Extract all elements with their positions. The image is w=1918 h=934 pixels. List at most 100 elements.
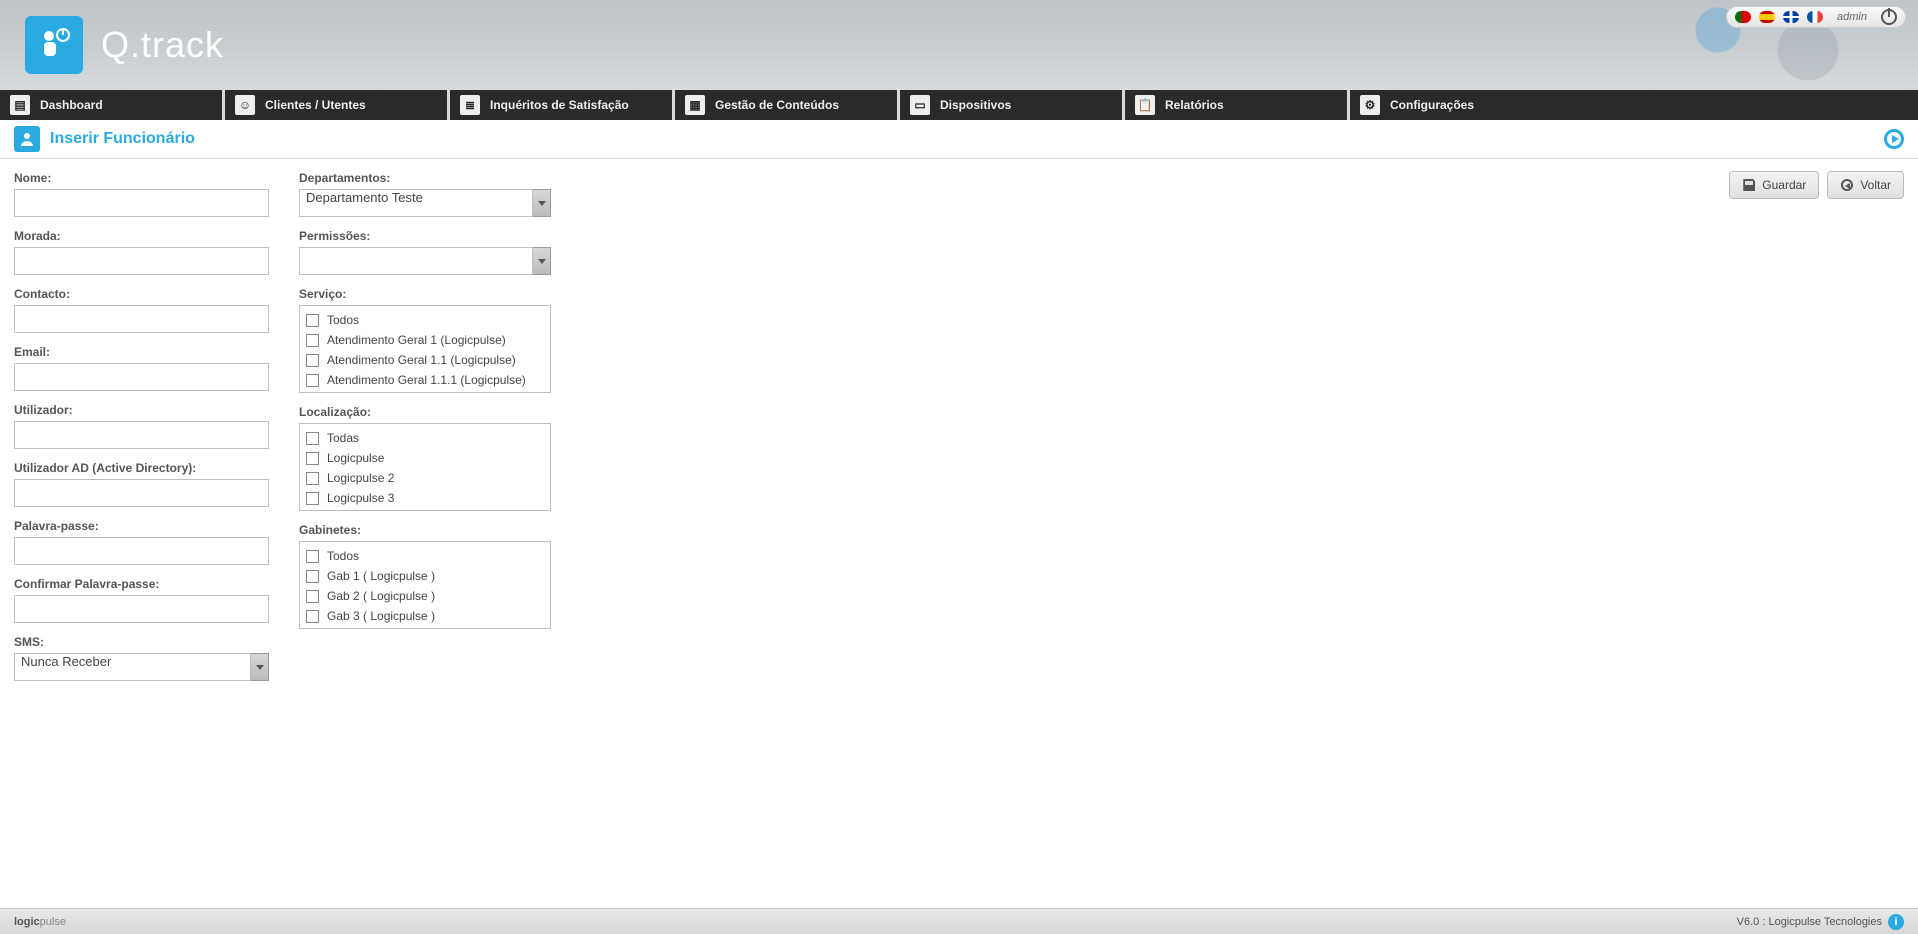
flag-fr-icon[interactable]: [1807, 11, 1823, 23]
checkbox-icon[interactable]: [306, 570, 319, 583]
checkbox-label: Gab 2 ( Logicpulse ): [327, 589, 435, 603]
input-contacto[interactable]: [14, 305, 269, 333]
footer-version: V6.0 : Logicpulse Tecnologies: [1737, 916, 1882, 928]
checkbox-label: Atendimento Geral 1 (Logicpulse): [327, 333, 506, 347]
nav-clientes[interactable]: ☺ Clientes / Utentes: [225, 90, 450, 120]
checkbox-icon[interactable]: [306, 492, 319, 505]
checkbox-icon[interactable]: [306, 374, 319, 387]
info-icon[interactable]: i: [1888, 914, 1904, 930]
checkbox-icon[interactable]: [306, 610, 319, 623]
flag-es-icon[interactable]: [1759, 11, 1775, 23]
checkbox-row[interactable]: Gab 3 ( Logicpulse ): [306, 606, 544, 626]
checkbox-row[interactable]: Todos: [306, 310, 544, 330]
chevron-down-icon: [256, 665, 264, 670]
label-password: Palavra-passe:: [14, 519, 269, 533]
current-user: admin: [1831, 11, 1873, 23]
input-password2[interactable]: [14, 595, 269, 623]
settings-icon: ⚙: [1360, 95, 1380, 115]
checkbox-label: Todos: [327, 313, 359, 327]
action-buttons: Guardar Voltar: [1729, 171, 1904, 199]
input-utilizador-ad[interactable]: [14, 479, 269, 507]
checkbox-row[interactable]: Logicpulse 2: [306, 468, 544, 488]
checkbox-row[interactable]: Logicpulse: [306, 448, 544, 468]
checkbox-label: Logicpulse 3: [327, 491, 394, 505]
middle-column: Departamentos: Departamento Teste Permis…: [299, 171, 551, 629]
input-nome[interactable]: [14, 189, 269, 217]
header: Q.track admin: [0, 0, 1918, 90]
main-nav: ▤ Dashboard ☺ Clientes / Utentes ≣ Inquérit…: [0, 90, 1918, 120]
nav-label: Clientes / Utentes: [265, 98, 366, 112]
input-morada[interactable]: [14, 247, 269, 275]
label-email: Email:: [14, 345, 269, 359]
label-utilizador-ad: Utilizador AD (Active Directory):: [14, 461, 269, 475]
save-button[interactable]: Guardar: [1729, 171, 1819, 199]
flag-en-icon[interactable]: [1783, 11, 1799, 23]
checkbox-row[interactable]: Atendimento Geral 1 (Logicpulse): [306, 330, 544, 350]
nav-label: Dashboard: [40, 98, 103, 112]
input-password[interactable]: [14, 537, 269, 565]
input-utilizador[interactable]: [14, 421, 269, 449]
nav-dispositivos[interactable]: ▭Dispositivos: [900, 90, 1125, 120]
back-button[interactable]: Voltar: [1827, 171, 1904, 199]
app-logo-icon: [25, 16, 83, 74]
input-email[interactable]: [14, 363, 269, 391]
checkbox-label: Logicpulse: [327, 451, 384, 465]
play-icon[interactable]: [1884, 129, 1904, 149]
content-icon: ▦: [685, 95, 705, 115]
checkbox-icon[interactable]: [306, 590, 319, 603]
checkbox-icon[interactable]: [306, 452, 319, 465]
logout-icon[interactable]: [1881, 9, 1897, 25]
checkbox-row[interactable]: Todos: [306, 546, 544, 566]
checkbox-row[interactable]: Atendimento Geral 1.1 (Logicpulse): [306, 350, 544, 370]
nav-conteudos[interactable]: ▦Gestão de Conteúdos: [675, 90, 900, 120]
label-departamentos: Departamentos:: [299, 171, 551, 185]
label-utilizador: Utilizador:: [14, 403, 269, 417]
nav-label: Configurações: [1390, 98, 1474, 112]
panel-localizacao[interactable]: Todas Logicpulse Logicpulse 2 Logicpulse 3: [299, 423, 551, 511]
checkbox-icon[interactable]: [306, 314, 319, 327]
checkbox-icon[interactable]: [306, 432, 319, 445]
nav-label: Inquéritos de Satisfação: [490, 98, 629, 112]
dashboard-icon: ▤: [10, 95, 30, 115]
left-column: Nome: Morada: Contacto: Email: Utilizado…: [14, 171, 269, 681]
label-password2: Confirmar Palavra-passe:: [14, 577, 269, 591]
checkbox-row[interactable]: Logicpulse 3: [306, 488, 544, 508]
checkbox-label: Logicpulse 2: [327, 471, 394, 485]
nav-dashboard[interactable]: ▤ Dashboard: [0, 90, 225, 120]
select-departamentos[interactable]: Departamento Teste: [299, 189, 533, 217]
checkbox-row[interactable]: Todas: [306, 428, 544, 448]
panel-gabinetes[interactable]: TodosGab 1 ( Logicpulse ) Gab 2 ( Logicpu…: [299, 541, 551, 629]
flag-pt-icon[interactable]: [1735, 11, 1751, 23]
select-permissoes-toggle[interactable]: [533, 247, 551, 275]
save-button-label: Guardar: [1762, 178, 1806, 192]
nav-config[interactable]: ⚙ Configurações: [1350, 90, 1575, 120]
checkbox-row[interactable]: Gab 1 ( Logicpulse ): [306, 566, 544, 586]
checkbox-label: Gab 3 ( Logicpulse ): [327, 609, 435, 623]
checkbox-icon[interactable]: [306, 334, 319, 347]
chevron-down-icon: [538, 259, 546, 264]
footer-brand: logicpulse: [14, 916, 66, 928]
label-nome: Nome:: [14, 171, 269, 185]
select-sms[interactable]: Nunca Receber: [14, 653, 251, 681]
clients-icon: ☺: [235, 95, 255, 115]
label-permissoes: Permissões:: [299, 229, 551, 243]
logo-block: Q.track: [0, 16, 224, 74]
back-icon: [1840, 178, 1854, 192]
checkbox-icon[interactable]: [306, 472, 319, 485]
checkbox-row[interactable]: Atendimento Geral 1.1.1 (Logicpulse): [306, 370, 544, 390]
select-departamentos-toggle[interactable]: [533, 189, 551, 217]
nav-relatorios[interactable]: 📋Relatórios: [1125, 90, 1350, 120]
checkbox-row[interactable]: Gab 2 ( Logicpulse ): [306, 586, 544, 606]
survey-icon: ≣: [460, 95, 480, 115]
nav-inqueritos[interactable]: ≣ Inquéritos de Satisfação: [450, 90, 675, 120]
app-title: Q.track: [101, 24, 224, 66]
chevron-down-icon: [538, 201, 546, 206]
checkbox-icon[interactable]: [306, 354, 319, 367]
select-sms-toggle[interactable]: [251, 653, 269, 681]
panel-servico[interactable]: Todos Atendimento Geral 1 (Logicpulse) Ate…: [299, 305, 551, 393]
select-permissoes[interactable]: [299, 247, 533, 275]
checkbox-icon[interactable]: [306, 550, 319, 563]
checkbox-label: Atendimento Geral 1.1 (Logicpulse): [327, 353, 516, 367]
page-title: Inserir Funcionário: [50, 130, 195, 148]
label-contacto: Contacto:: [14, 287, 269, 301]
